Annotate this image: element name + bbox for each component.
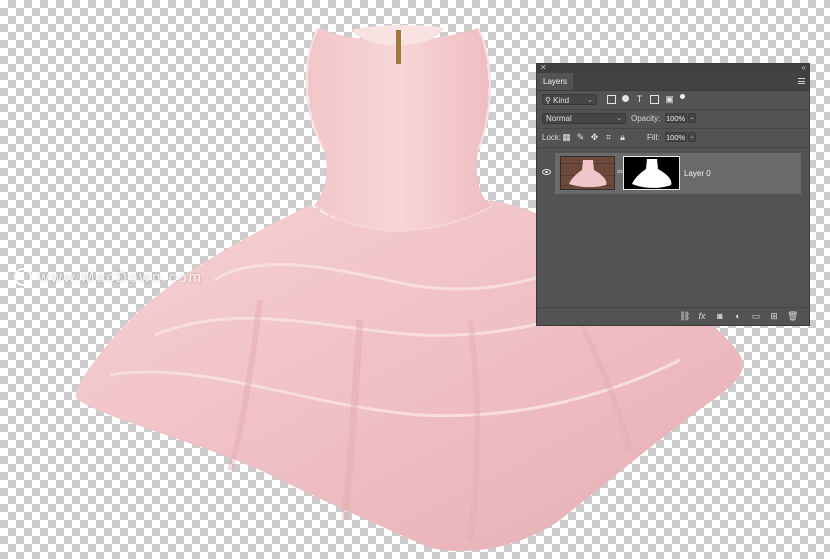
- layer-name[interactable]: Layer 0: [684, 169, 711, 178]
- adjustment-filter-icon[interactable]: [622, 95, 629, 102]
- filter-kind-label: Kind: [553, 96, 570, 105]
- link-layers-icon[interactable]: ⛓: [679, 311, 690, 321]
- fill-label: Fill:: [647, 133, 660, 142]
- layer-thumbnail[interactable]: [560, 156, 615, 190]
- lock-position-icon[interactable]: ✥: [590, 132, 599, 142]
- layer-mask-thumbnail[interactable]: [623, 156, 680, 190]
- lock-artboard-icon[interactable]: ⌗: [604, 132, 613, 142]
- visibility-eye-icon[interactable]: [542, 169, 551, 175]
- lock-label: Lock:: [542, 133, 562, 142]
- close-panel-icon[interactable]: ✕: [540, 63, 547, 72]
- fill-input[interactable]: 100%: [665, 132, 687, 142]
- new-group-icon[interactable]: ▭: [751, 311, 761, 321]
- delete-layer-icon[interactable]: 🗑︎: [787, 311, 798, 321]
- layer-row[interactable]: ∞ Layer 0: [537, 153, 809, 194]
- new-adjustment-icon[interactable]: ◐: [733, 311, 743, 321]
- fx-icon[interactable]: fx: [697, 311, 707, 321]
- panel-footer: ⛓ fx ◙ ◐ ▭ ⊞ 🗑︎: [537, 307, 809, 325]
- pixel-filter-icon[interactable]: [607, 95, 616, 104]
- lock-image-pixels-icon[interactable]: ✎: [576, 132, 585, 142]
- panel-tab-bar: Layers: [537, 73, 809, 91]
- lock-all-icon[interactable]: 🔒︎: [618, 132, 627, 142]
- chevron-down-icon: ⌄: [587, 97, 593, 104]
- new-layer-icon[interactable]: ⊞: [769, 311, 779, 321]
- smart-object-filter-icon[interactable]: ▣: [665, 94, 674, 104]
- lock-transparent-pixels-icon[interactable]: ▦: [562, 132, 571, 142]
- add-mask-icon[interactable]: ◙: [715, 311, 725, 321]
- mask-link-icon[interactable]: ∞: [617, 167, 623, 176]
- opacity-slider-button[interactable]: ⌄: [688, 113, 696, 123]
- blend-mode-dropdown[interactable]: Normal ⌄: [542, 113, 626, 124]
- tab-layers[interactable]: Layers: [537, 73, 574, 90]
- filter-toggle-icon[interactable]: [680, 94, 685, 99]
- dress-zipper: [396, 30, 401, 64]
- watermark-logo-icon: [14, 268, 32, 286]
- search-icon: ⚲: [545, 96, 551, 105]
- filter-kind-dropdown[interactable]: ⚲ Kind ⌄: [542, 94, 597, 105]
- chevron-down-icon: ⌄: [616, 115, 622, 122]
- opacity-input[interactable]: 100%: [665, 113, 687, 123]
- blend-row: Normal ⌄ Opacity: 100% ⌄: [537, 110, 809, 129]
- lock-row: Lock: ▦ ✎ ✥ ⌗ 🔒︎ Fill: 100% ⌄: [537, 129, 809, 148]
- type-filter-icon[interactable]: T: [635, 94, 644, 104]
- layers-panel: ✕ « Layers ⚲ Kind ⌄ T ▣ Normal ⌄ Opacity…: [536, 63, 810, 326]
- watermark-text: www.MacDown.com: [38, 268, 204, 286]
- blend-mode-value: Normal: [546, 114, 572, 123]
- watermark: www.MacDown.com: [14, 268, 203, 286]
- fill-slider-button[interactable]: ⌄: [688, 132, 696, 142]
- opacity-label: Opacity:: [631, 114, 661, 123]
- collapse-panel-icon[interactable]: «: [802, 63, 806, 72]
- panel-menu-icon[interactable]: [798, 78, 805, 84]
- panel-title-bar[interactable]: ✕ «: [537, 63, 809, 73]
- filter-row: ⚲ Kind ⌄ T ▣: [537, 91, 809, 110]
- shape-filter-icon[interactable]: [650, 95, 659, 104]
- tab-layers-label: Layers: [543, 77, 568, 86]
